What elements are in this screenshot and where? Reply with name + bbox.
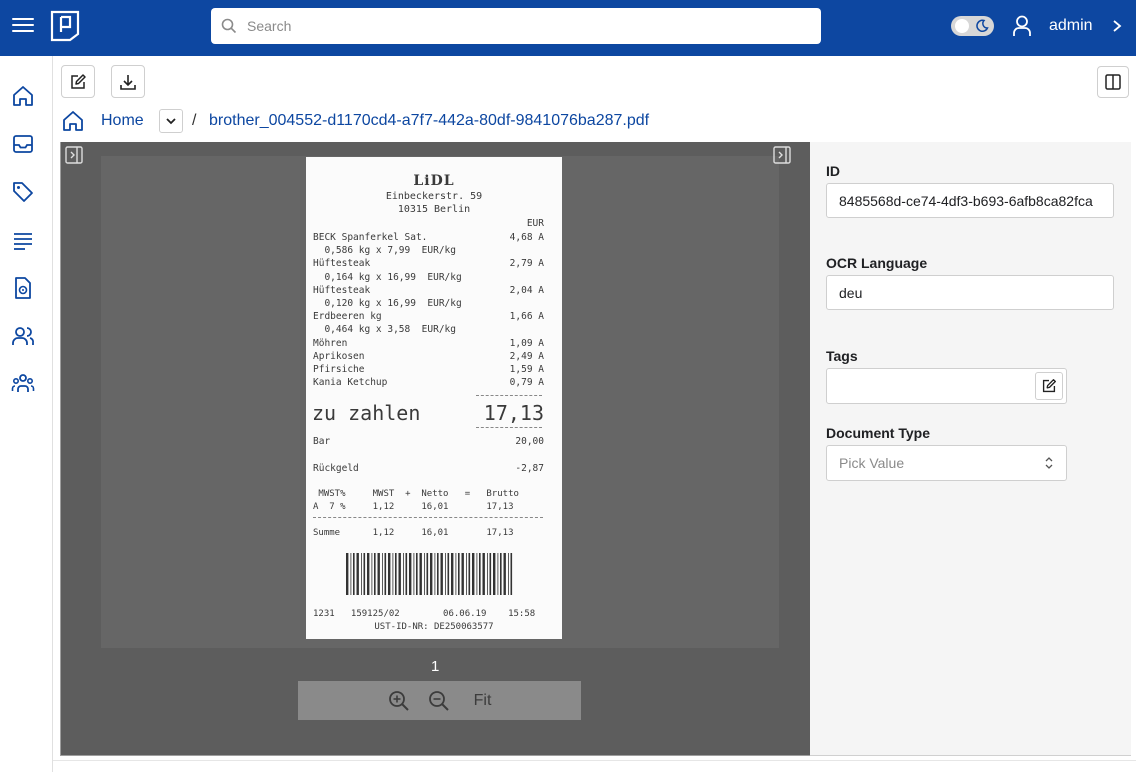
receipt-item-price: 1,66 A (509, 311, 544, 323)
document-type-label: Document Type (826, 425, 930, 441)
groups-icon[interactable] (11, 372, 35, 396)
receipt-currency: EUR (526, 218, 544, 229)
receipt-change-label: Rückgeld (313, 463, 359, 474)
receipt-total-value: 17,13 (483, 401, 544, 425)
document-type-placeholder: Pick Value (839, 455, 905, 471)
receipt-vat-header: MWST% MWST + Netto = Brutto (313, 489, 519, 499)
details-panel: ID 8485568d-ce74-4df3-b693-6afb8ca82fca … (810, 142, 1131, 756)
toggle-knob (955, 19, 969, 33)
theme-toggle[interactable] (951, 16, 994, 36)
receipt-item-price: 2,79 A (509, 258, 544, 270)
receipt-item-label: 0,586 kg x 7,99 EUR/kg (313, 245, 456, 257)
receipt-item-price: 0,79 A (509, 377, 544, 389)
tags-label: Tags (826, 348, 858, 364)
top-bar: admin (0, 0, 1136, 56)
edit-button[interactable] (61, 65, 95, 98)
chevron-down-icon (166, 118, 176, 125)
receipt-brand: LiDL (413, 173, 455, 189)
search-input[interactable] (247, 18, 807, 34)
sidebar (0, 56, 53, 772)
receipt-item-label: Erdbeeren kg (313, 311, 382, 323)
zoom-in-icon[interactable] (388, 690, 410, 712)
barcode (346, 553, 513, 595)
fit-button[interactable]: Fit (474, 692, 492, 710)
lines-icon[interactable] (11, 228, 35, 252)
download-icon (120, 74, 136, 90)
receipt-item-label: Kania Ketchup (313, 377, 388, 389)
receipt-city: 10315 Berlin (397, 204, 471, 215)
breadcrumb-file[interactable]: brother_004552-d1170cd4-a7f7-442a-80df-9… (209, 112, 649, 130)
bottom-divider (53, 760, 1136, 761)
receipt-item-label: 0,164 kg x 16,99 EUR/kg (313, 271, 462, 283)
id-label: ID (826, 163, 840, 179)
columns-icon (1105, 74, 1121, 90)
user-icon[interactable] (1012, 15, 1032, 37)
receipt-item-price: 2,49 A (509, 350, 544, 362)
receipt-item-price: 4,68 A (509, 232, 544, 243)
edit-icon (1042, 379, 1056, 393)
username[interactable]: admin (1049, 17, 1093, 35)
receipt-change-value: -2,87 (515, 463, 544, 474)
breadcrumb-dropdown[interactable] (159, 109, 183, 133)
collapse-right-icon[interactable] (773, 146, 791, 164)
tags-field[interactable] (826, 368, 1067, 404)
receipt-vat-row: A 7 % 1,12 16,01 17,13 (313, 502, 514, 512)
receipt-item-label: Pfirsiche (313, 364, 365, 375)
receipt-bar-value: 20,00 (515, 436, 544, 447)
document-type-select[interactable]: Pick Value (826, 445, 1067, 481)
divider (476, 427, 542, 428)
receipt-sum-row: Summe 1,12 16,01 17,13 (313, 528, 514, 538)
split-view-button[interactable] (1097, 66, 1129, 98)
receipt-item-label: 0,120 kg x 16,99 EUR/kg (313, 298, 462, 309)
tags-edit-button[interactable] (1035, 372, 1063, 400)
search-box[interactable] (211, 8, 821, 44)
zoom-out-icon[interactable] (428, 690, 450, 712)
moon-icon (976, 19, 989, 33)
breadcrumb-home[interactable]: Home (101, 112, 144, 130)
receipt-item-label: Aprikosen (313, 350, 365, 362)
download-button[interactable] (111, 65, 145, 98)
page-number: 1 (431, 658, 440, 675)
receipt-item-label: Hüftesteak (313, 284, 371, 296)
breadcrumb-home-icon[interactable] (62, 110, 84, 132)
receipt-item-label: BECK Spanferkel Sat. (313, 232, 428, 243)
receipt-vat-id: UST-ID-NR: DE250063577 (374, 622, 494, 632)
search-icon (221, 18, 237, 34)
menu-icon[interactable] (12, 14, 34, 36)
inbox-icon[interactable] (11, 132, 35, 156)
ocr-language-field[interactable]: deu (826, 275, 1114, 310)
receipt-footer: 1231 159125/02 06.06.19 15:58 (313, 609, 536, 619)
collapse-left-icon[interactable] (65, 146, 83, 164)
receipt-item-label: 0,464 kg x 3,58 EUR/kg (313, 324, 456, 336)
receipt-address: Einbeckerstr. 59 (385, 191, 483, 202)
tag-icon[interactable] (11, 180, 35, 204)
divider (313, 517, 543, 518)
home-icon[interactable] (11, 84, 35, 108)
receipt-item-price: 1,09 A (509, 337, 544, 349)
receipt-item-price: 1,59 A (509, 364, 544, 375)
receipt-item-price: 2,04 A (509, 284, 544, 296)
updown-chevron-icon (1045, 457, 1053, 469)
chevron-right-icon[interactable] (1111, 19, 1123, 33)
receipt-item-label: Möhren (313, 337, 348, 349)
users-icon[interactable] (11, 324, 35, 348)
receipt-total-label: zu zahlen (312, 401, 421, 425)
id-field[interactable]: 8485568d-ce74-4df3-b693-6afb8ca82fca (826, 183, 1114, 218)
document-icon[interactable] (11, 276, 35, 300)
receipt-bar-label: Bar (313, 436, 331, 447)
app-logo[interactable] (50, 10, 80, 42)
receipt-page: LiDL Einbeckerstr. 59 10315 Berlin EUR B… (306, 157, 562, 639)
receipt-item-label: Hüftesteak (313, 258, 371, 270)
breadcrumb-separator: / (192, 112, 197, 129)
edit-icon (71, 73, 86, 89)
ocr-language-label: OCR Language (826, 255, 928, 271)
divider (476, 395, 542, 396)
zoom-toolbar: Fit (298, 681, 581, 720)
document-viewer[interactable]: LiDL Einbeckerstr. 59 10315 Berlin EUR B… (60, 142, 810, 756)
